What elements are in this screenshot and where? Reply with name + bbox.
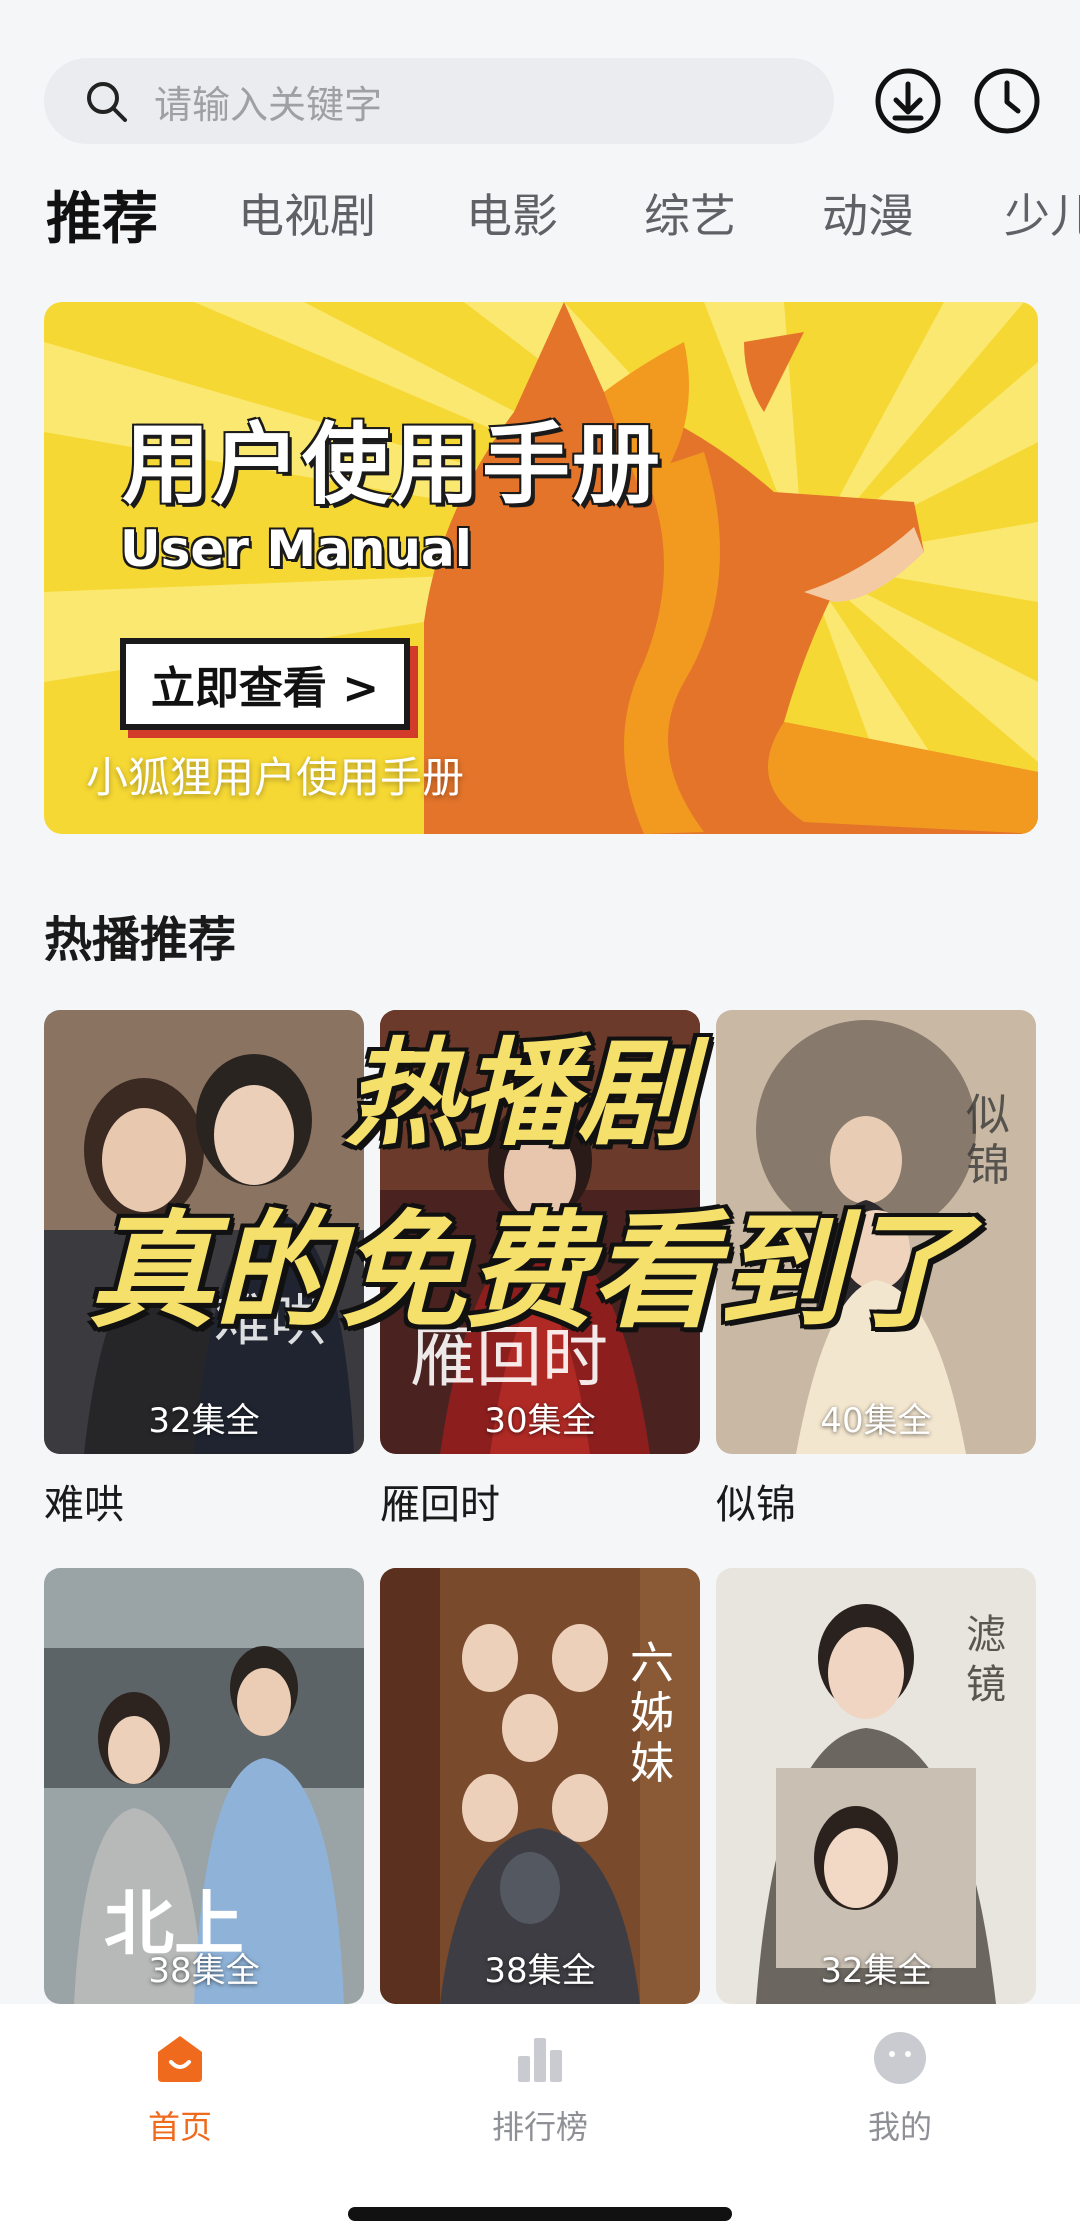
overlay-subheadline: 真的免费看到了 <box>88 1198 970 1345</box>
overlay-headline: 热播剧 <box>345 1027 693 1162</box>
section-title-hot: 热播推荐 <box>44 912 237 968</box>
tab-tv-series[interactable]: 电视剧 <box>238 180 376 246</box>
tab-recommend[interactable]: 推荐 <box>46 180 158 255</box>
tab-anime[interactable]: 动漫 <box>822 180 914 246</box>
svg-text:妹: 妹 <box>630 1738 674 1789</box>
tab-kids[interactable]: 少儿 <box>1004 180 1080 246</box>
nav-home[interactable]: 首页 <box>80 2030 280 2148</box>
poster-card[interactable]: 北上 38集全 <box>44 1568 364 2004</box>
episode-count: 30集全 <box>484 1401 596 1441</box>
download-icon[interactable] <box>873 66 943 136</box>
poster-image: 北上 38集全 <box>44 1568 364 2004</box>
episode-count: 38集全 <box>148 1951 260 1991</box>
episode-count: 40集全 <box>820 1401 932 1441</box>
svg-text:似: 似 <box>966 1090 1010 1141</box>
poster-card[interactable]: 滤 镜 32集全 <box>716 1568 1036 2004</box>
episode-count: 32集全 <box>820 1951 932 1991</box>
poster-title: 似锦 <box>716 1482 796 1528</box>
banner-caption: 小狐狸用户使用手册 <box>86 753 465 802</box>
nav-profile[interactable]: 我的 <box>800 2030 1000 2148</box>
poster-title: 雁回时 <box>380 1482 500 1528</box>
nav-ranking[interactable]: 排行榜 <box>440 2030 640 2148</box>
nav-ranking-label: 排行榜 <box>491 2108 588 2146</box>
search-bar[interactable]: 请输入关键字 <box>44 58 834 144</box>
nav-home-label: 首页 <box>147 2108 212 2146</box>
poster-title: 难哄 <box>44 1482 124 1528</box>
view-now-button[interactable]: 立即查看 > <box>120 638 410 730</box>
banner-subtitle: User Manual <box>120 520 472 578</box>
svg-text:锦: 锦 <box>966 1140 1010 1191</box>
home-indicator[interactable] <box>348 2207 732 2221</box>
promo-banner[interactable]: 用户使用手册 User Manual 立即查看 > 小狐狸用户使用手册 <box>44 302 1038 834</box>
ranking-bars-icon <box>518 2038 562 2082</box>
episode-count: 38集全 <box>484 1951 596 1991</box>
banner-title: 用户使用手册 <box>122 413 663 516</box>
search-input[interactable]: 请输入关键字 <box>154 74 382 129</box>
episode-count: 32集全 <box>148 1401 260 1441</box>
poster-image: 六 姊 妹 38集全 <box>380 1568 700 2004</box>
home-icon <box>158 2036 202 2082</box>
poster-card[interactable]: 六 姊 妹 38集全 <box>380 1568 700 2004</box>
nav-profile-label: 我的 <box>867 2108 932 2146</box>
category-tabs: 推荐 电视剧 电影 综艺 动漫 少儿 <box>0 180 1080 260</box>
poster-image: 滤 镜 32集全 <box>716 1568 1036 2004</box>
tab-movies[interactable]: 电影 <box>466 180 558 246</box>
bottom-navigation: 首页 排行榜 我的 <box>0 2004 1080 2237</box>
profile-face-icon <box>874 2032 926 2084</box>
tab-variety[interactable]: 综艺 <box>644 180 736 246</box>
search-icon <box>87 82 127 122</box>
svg-text:姊: 姊 <box>630 1688 674 1739</box>
svg-text:镜: 镜 <box>966 1662 1006 1708</box>
svg-text:滤: 滤 <box>966 1612 1006 1658</box>
history-clock-icon[interactable] <box>972 66 1042 136</box>
svg-text:六: 六 <box>630 1638 674 1689</box>
